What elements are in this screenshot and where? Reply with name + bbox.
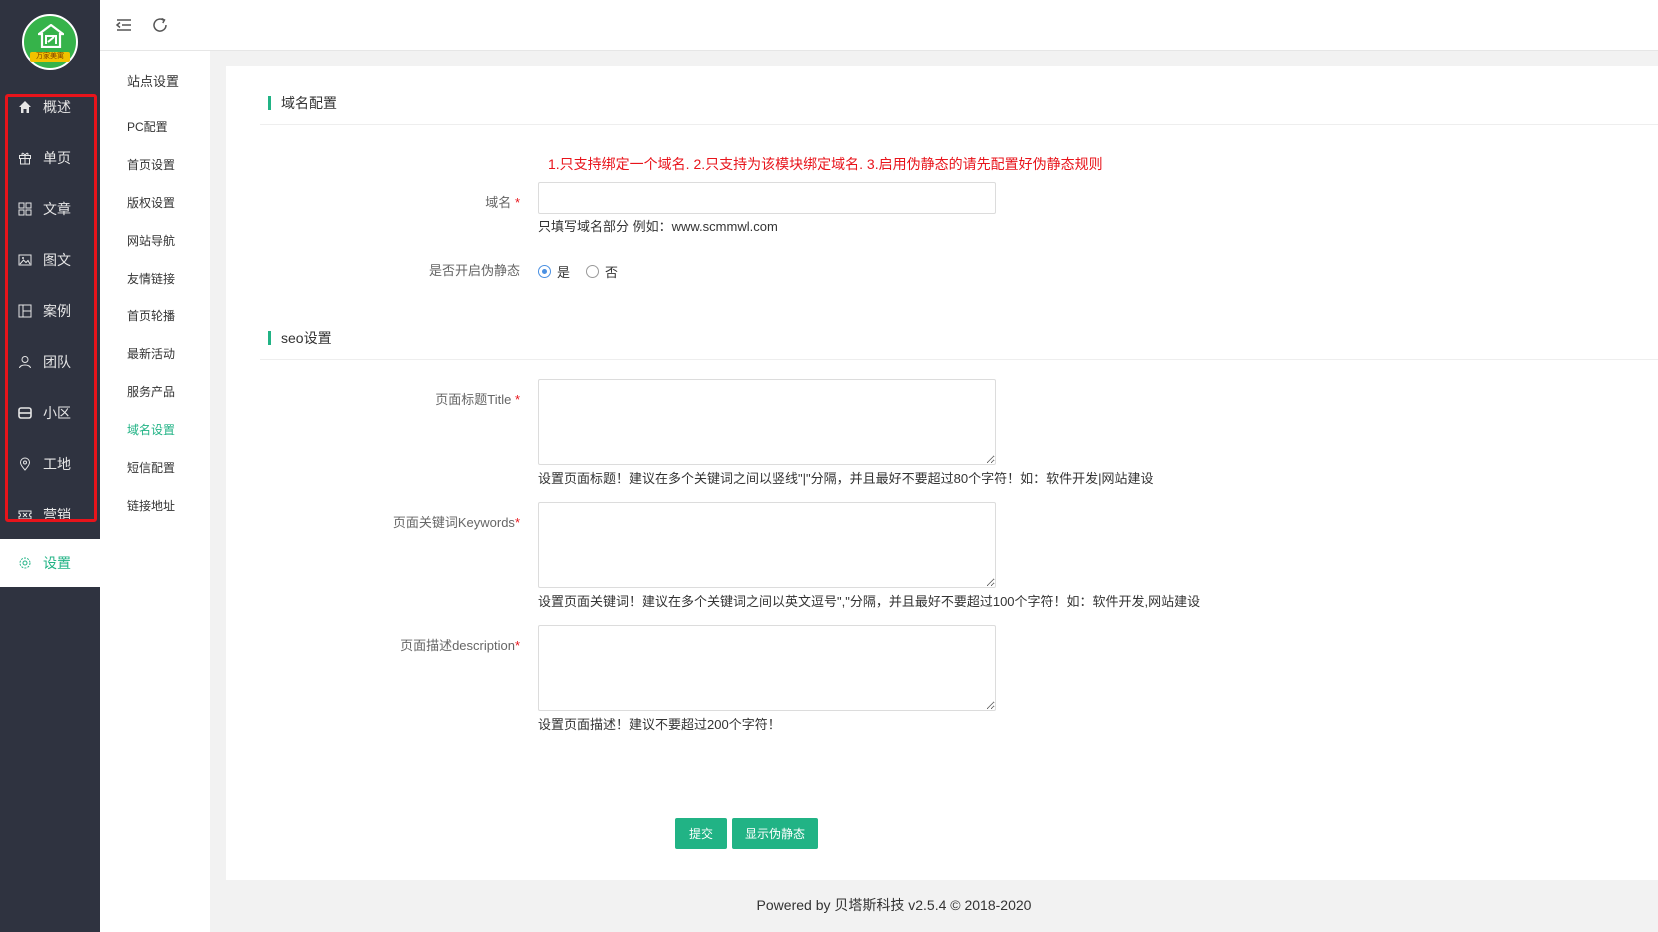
required-mark: * (514, 392, 520, 407)
domain-label-text: 域名 (485, 195, 512, 210)
seo-title-textarea[interactable] (538, 379, 996, 465)
footer-copyright: Powered by 贝塔斯科技 v2.5.4 © 2018-2020 (756, 897, 1032, 913)
subnav-item-link-address[interactable]: 链接地址 (127, 497, 175, 514)
radio-label: 否 (605, 265, 619, 280)
subnav-item-copyright[interactable]: 版权设置 (127, 194, 175, 211)
settings-subnav: 站点设置 PC配置 首页设置 版权设置 网站导航 友情链接 首页轮播 最新活动 … (100, 51, 210, 932)
logo-ribbon: 万家美寓 (30, 52, 70, 62)
domain-label: 域名 * (270, 192, 520, 211)
brand-logo[interactable]: 万家美寓 (22, 14, 78, 70)
description-label-text: 页面描述description (400, 638, 515, 653)
subnav-item-site-nav[interactable]: 网站导航 (127, 232, 175, 249)
keywords-label-text: 页面关键词Keywords (392, 515, 515, 530)
title-label: 页面标题Title * (270, 389, 520, 408)
radio-dot (538, 265, 551, 278)
subnav-item-domain-settings[interactable]: 域名设置 (127, 421, 175, 438)
pseudo-static-no-radio[interactable]: 否 (586, 262, 618, 281)
highlight-annotation-box (5, 94, 97, 522)
domain-notice: 1.只支持绑定一个域名. 2.只支持为该模块绑定域名. 3.启用伪静态的请先配置… (548, 156, 1103, 172)
show-pseudo-static-button[interactable]: 显示伪静态 (732, 818, 818, 849)
refresh-icon[interactable] (151, 16, 169, 34)
section-title-domain: 域名配置 (268, 96, 337, 110)
menu-fold-icon[interactable] (115, 16, 133, 34)
seo-keywords-textarea[interactable] (538, 502, 996, 588)
required-mark: * (514, 515, 520, 530)
keywords-label: 页面关键词Keywords* (270, 512, 520, 531)
pseudo-static-yes-radio[interactable]: 是 (538, 262, 570, 281)
required-mark: * (514, 195, 520, 210)
description-label: 页面描述description* (270, 635, 520, 654)
seo-description-textarea[interactable] (538, 625, 996, 711)
gear-icon (17, 555, 33, 571)
subnav-item-home-carousel[interactable]: 首页轮播 (127, 307, 175, 324)
section-title-seo: seo设置 (268, 331, 332, 345)
subnav-item-home-settings[interactable]: 首页设置 (127, 156, 175, 173)
subnav-item-pc-config[interactable]: PC配置 (127, 118, 168, 135)
required-mark: * (514, 638, 520, 653)
title-label-text: 页面标题Title (435, 392, 512, 407)
domain-input[interactable] (538, 182, 996, 214)
house-logo-icon (38, 24, 64, 48)
main-sidebar: 万家美寓 概述 单页 文章 图文 案例 团队 小区 工地 营销 设置 (0, 0, 100, 932)
seo-keywords-hint: 设置页面关键词！建议在多个关键词之间以英文逗号","分隔，并且最好不要超过100… (538, 594, 1201, 609)
divider (260, 124, 1658, 125)
pseudo-static-label: 是否开启伪静态 (428, 263, 520, 278)
subnav-title: 站点设置 (127, 74, 180, 89)
settings-form-card: 域名配置 1.只支持绑定一个域名. 2.只支持为该模块绑定域名. 3.启用伪静态… (226, 66, 1658, 880)
subnav-item-sms-config[interactable]: 短信配置 (127, 459, 175, 476)
radio-label: 是 (557, 265, 571, 280)
seo-title-hint: 设置页面标题！建议在多个关键词之间以竖线"|"分隔，并且最好不要超过80个字符！… (538, 471, 1154, 486)
subnav-item-services[interactable]: 服务产品 (127, 383, 175, 400)
submit-button[interactable]: 提交 (675, 818, 727, 849)
sidebar-item-settings[interactable]: 设置 (0, 539, 100, 587)
top-bar (100, 0, 1658, 51)
radio-dot (586, 265, 599, 278)
divider (260, 359, 1658, 360)
sidebar-item-label: 设置 (43, 555, 71, 571)
subnav-item-latest-events[interactable]: 最新活动 (127, 345, 175, 362)
domain-hint: 只填写域名部分 例如：www.scmmwl.com (538, 219, 778, 234)
subnav-item-friend-links[interactable]: 友情链接 (127, 270, 175, 287)
seo-description-hint: 设置页面描述！建议不要超过200个字符！ (538, 717, 781, 732)
